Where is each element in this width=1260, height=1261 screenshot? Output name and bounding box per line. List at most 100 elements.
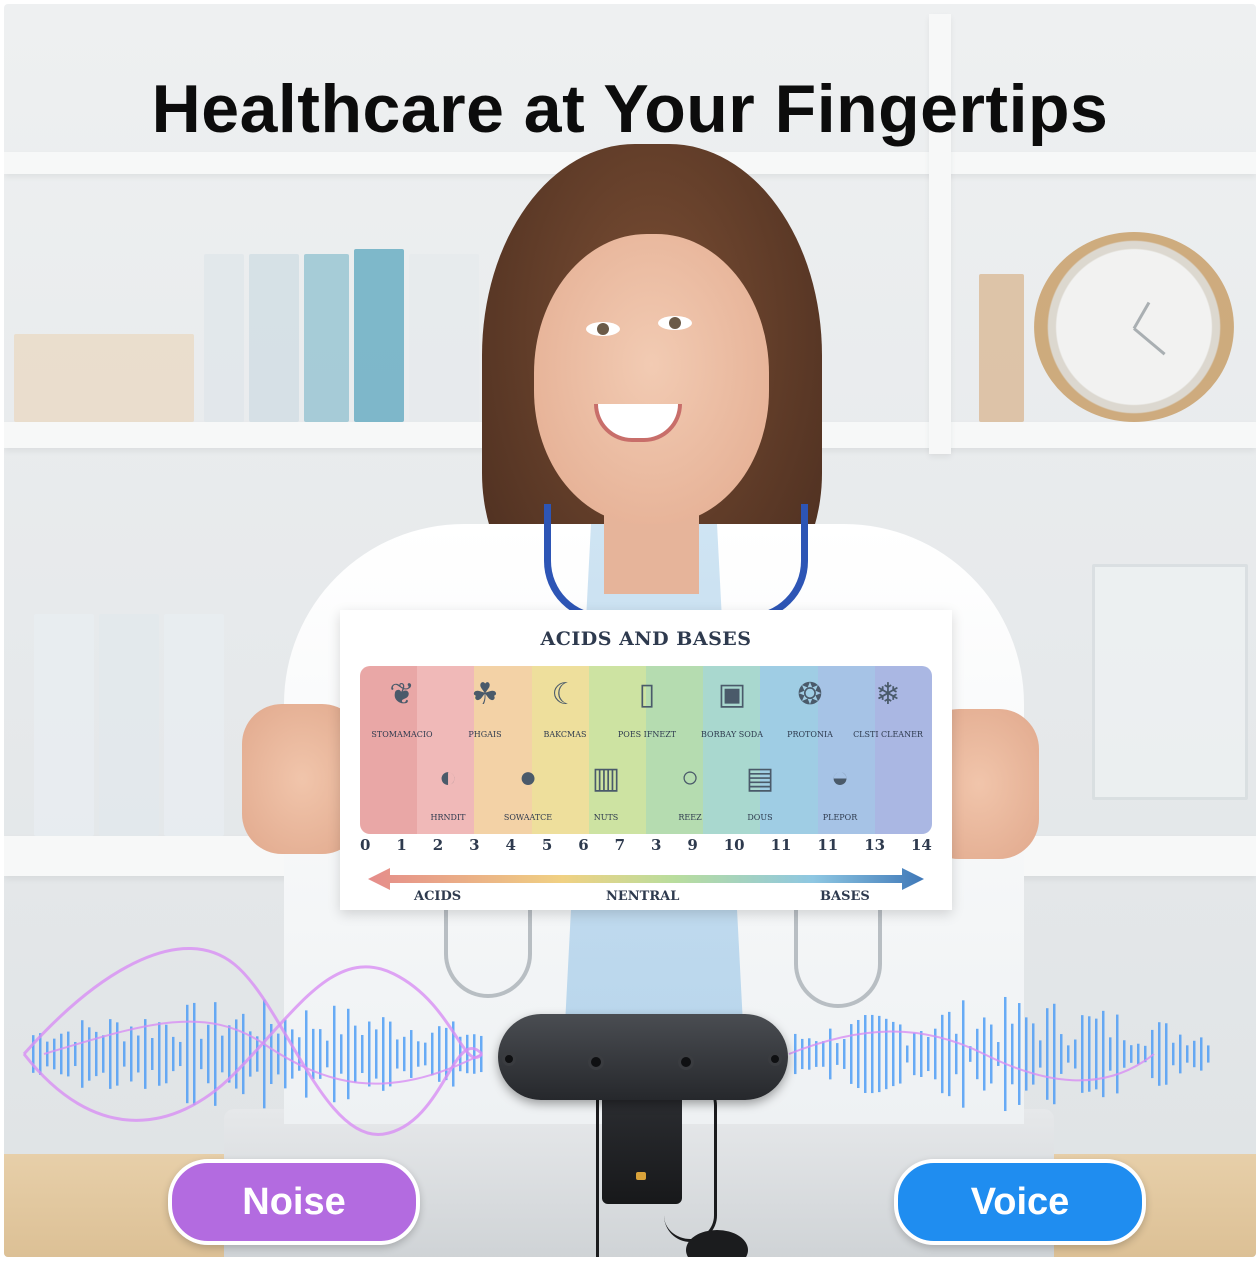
- tomato-icon: ●: [518, 761, 538, 794]
- background-binder: [99, 614, 159, 836]
- voice-wave-bar: [1200, 1037, 1203, 1071]
- poster-title: ACIDS AND BASES: [540, 628, 752, 650]
- clock-hand: [1133, 327, 1166, 356]
- noise-wave-bar: [347, 1008, 350, 1100]
- ph-scale-number: 1: [396, 836, 407, 854]
- voice-wave-bar: [864, 1015, 867, 1093]
- webcam-cable: [664, 1079, 717, 1242]
- background-book: [354, 249, 404, 422]
- bottle-icon: ❂: [797, 677, 823, 711]
- voice-wave-bar: [1193, 1040, 1196, 1068]
- voice-wave-bar: [801, 1038, 804, 1070]
- noise-wave-bar: [81, 1020, 84, 1088]
- ph-scale-number: 9: [687, 836, 698, 854]
- noise-wave-bar: [256, 1036, 259, 1072]
- background-book: [304, 254, 349, 422]
- noise-wave-bar: [221, 1035, 224, 1073]
- noise-wave-bar: [109, 1019, 112, 1089]
- ph-item-label: BORBAY SODA: [701, 730, 763, 739]
- ph-item-label: HRNDIT: [430, 813, 466, 822]
- voice-wave-bar: [1004, 996, 1007, 1112]
- voice-wave-bar: [850, 1024, 853, 1084]
- noise-wave-bar: [102, 1035, 105, 1073]
- voice-wave-bar: [962, 1000, 965, 1108]
- noise-wave-bar: [67, 1031, 70, 1077]
- ph-scale-numbers: 0 1 2 3 4 5 6 7 3 9 10 11 11 13 14: [360, 836, 932, 860]
- noise-wave-bar: [326, 1040, 329, 1068]
- noise-wave-bar: [200, 1038, 203, 1070]
- noise-badge: Noise: [168, 1159, 420, 1245]
- voice-wave-bar: [836, 1043, 839, 1065]
- noise-wave-bar: [193, 1002, 196, 1106]
- voice-wave-bar: [1179, 1034, 1182, 1074]
- voice-wave-bar: [1032, 1023, 1035, 1085]
- voice-wave-bar: [906, 1045, 909, 1063]
- camera-lens: [678, 1054, 694, 1070]
- ph-scale-arrow: [368, 868, 924, 890]
- voice-wave-bar: [955, 1033, 958, 1075]
- noise-wave-bar: [431, 1032, 434, 1076]
- voice-wave-bar: [829, 1028, 832, 1080]
- microphone-hole: [768, 1052, 782, 1066]
- ph-scale-number: 4: [505, 836, 516, 854]
- voice-wave-bar: [997, 1042, 1000, 1066]
- noise-wave-bar: [165, 1024, 168, 1084]
- voice-wave-bar: [1207, 1045, 1210, 1063]
- voice-wave-bar: [1053, 1003, 1056, 1105]
- voice-wave-bar: [920, 1031, 923, 1077]
- ph-scale-number: 3: [469, 836, 480, 854]
- milk-carton-icon: ▥: [591, 761, 621, 795]
- doctor-face: [534, 234, 769, 524]
- voice-wave-bar: [1165, 1023, 1168, 1085]
- arrow-shape: [368, 868, 924, 890]
- ph-scale-number: 10: [723, 836, 745, 854]
- voice-wave-bar: [857, 1019, 860, 1089]
- noise-wave-bar: [375, 1029, 378, 1079]
- noise-wave-bar: [396, 1039, 399, 1069]
- voice-badge: Voice: [894, 1159, 1146, 1245]
- voice-wave-bar: [1081, 1015, 1084, 1093]
- noise-wave-bar: [333, 1005, 336, 1103]
- ph-item-label: PHGAIS: [468, 730, 502, 739]
- background-book: [14, 334, 194, 422]
- voice-wave-bar: [1172, 1042, 1175, 1066]
- voice-wave-bar: [1025, 1017, 1028, 1091]
- noise-wave-bar: [144, 1019, 147, 1089]
- ph-item-label: BAKCMAS: [543, 730, 587, 739]
- voice-wave-bar: [808, 1038, 811, 1070]
- background-book: [204, 254, 244, 422]
- voice-wave-bar: [885, 1018, 888, 1090]
- noise-wave-bar: [389, 1021, 392, 1087]
- ph-item-label: DOUS: [747, 813, 773, 822]
- voice-wave-bar: [1067, 1045, 1070, 1063]
- wall-clock: [1034, 232, 1234, 422]
- background-binder: [34, 614, 94, 836]
- background-binder: [164, 614, 224, 836]
- voice-wave-bar: [1074, 1039, 1077, 1069]
- ph-scale-number: 6: [578, 836, 589, 854]
- noise-wave-bar: [151, 1038, 154, 1070]
- ph-scale-number: 11: [770, 836, 792, 854]
- voice-wave-bar: [1137, 1043, 1140, 1065]
- stethoscope: [544, 504, 808, 621]
- noise-wave-bar: [53, 1038, 56, 1070]
- spray-bottle-icon: ❄: [875, 677, 901, 711]
- voice-wave-bar: [794, 1033, 797, 1075]
- voice-wave-bar: [1186, 1045, 1189, 1063]
- ph-scale-number: 7: [614, 836, 626, 854]
- voice-wave-bar: [871, 1014, 874, 1094]
- camera-lens: [588, 1054, 604, 1070]
- noise-wave-bar: [410, 1030, 413, 1078]
- noise-wave-bar: [424, 1042, 427, 1066]
- neutral-label: NENTRAL: [606, 889, 680, 904]
- noise-wave-bar: [445, 1027, 448, 1081]
- noise-wave-bar: [263, 999, 266, 1109]
- noise-wave-bar: [60, 1033, 63, 1075]
- noise-wave-bar: [354, 1025, 357, 1083]
- ph-item-label: CLSTI CLEANER: [853, 730, 923, 739]
- voice-wave-bar: [913, 1032, 916, 1076]
- eggs-icon: ○: [680, 761, 700, 794]
- noise-wave-curve: [22, 947, 484, 1136]
- left-eye: [586, 322, 620, 336]
- noise-wave-bar: [319, 1029, 322, 1079]
